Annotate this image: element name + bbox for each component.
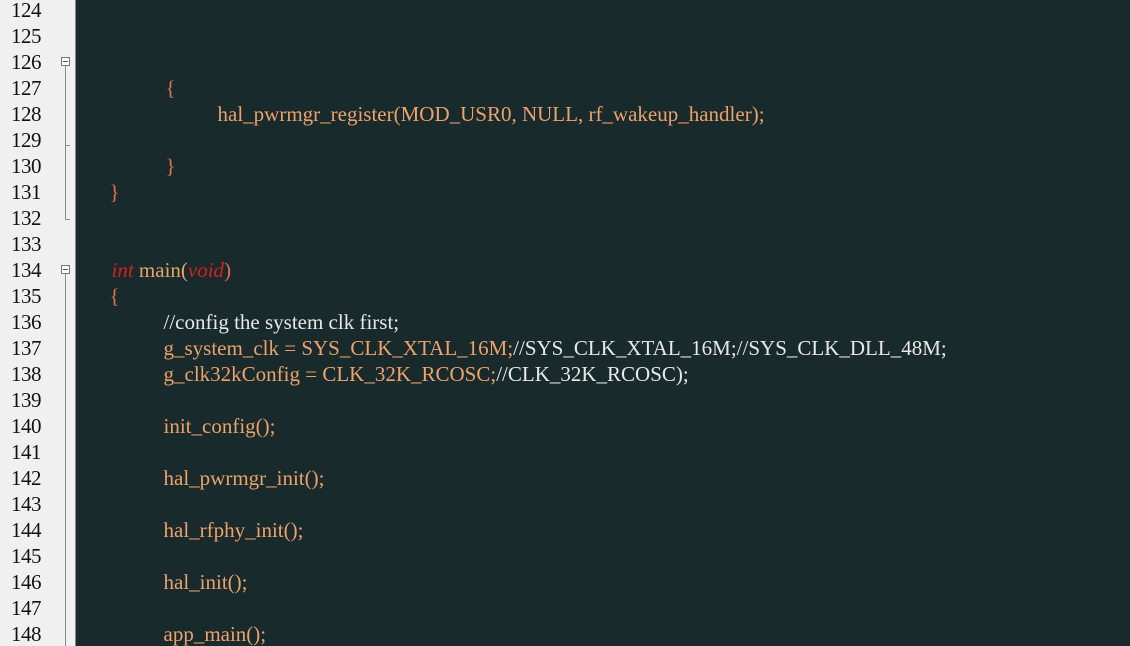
- code-line: {: [134, 49, 176, 100]
- close-brace: }: [165, 154, 176, 178]
- line-number: 130: [11, 154, 42, 178]
- function-name: main(: [133, 258, 188, 282]
- param-keyword: void: [187, 258, 225, 282]
- function-call: app_main();: [163, 622, 267, 646]
- line-number-gutter: 124 125 126 127 128 129 130 131 132 133 …: [0, 0, 75, 646]
- open-brace: {: [165, 76, 176, 100]
- line-number: 128: [11, 102, 42, 126]
- line-number: 133: [11, 232, 42, 256]
- line-number: 129: [11, 128, 42, 152]
- line-number: 132: [11, 206, 42, 230]
- statement: g_clk32kConfig = CLK_32K_RCOSC;: [163, 362, 497, 386]
- code-line: app_main();: [132, 595, 267, 646]
- code-editor[interactable]: 124 125 126 127 128 129 130 131 132 133 …: [0, 0, 1130, 646]
- close-brace: }: [109, 180, 120, 204]
- code-line: hal_pwrmgr_register(MOD_USR0, NULL, rf_w…: [186, 75, 765, 126]
- line-number: 137: [11, 336, 42, 360]
- close-paren: ): [224, 258, 232, 282]
- function-call: hal_rfphy_init();: [163, 518, 304, 542]
- code-line: //config the system clk first;: [132, 283, 400, 334]
- line-number: 141: [11, 440, 42, 464]
- code-line: init_config();: [132, 387, 276, 438]
- line-number: 145: [11, 544, 42, 568]
- line-number: 126: [11, 50, 42, 74]
- line-number: 148: [11, 622, 42, 646]
- code-line: }: [134, 127, 176, 178]
- fold-toggle-icon[interactable]: [61, 265, 70, 274]
- line-number: 140: [11, 414, 42, 438]
- line-number: 139: [11, 388, 42, 412]
- line-number: 143: [11, 492, 42, 516]
- code-line: g_system_clk = SYS_CLK_XTAL_16M;//SYS_CL…: [132, 309, 947, 360]
- line-number: 125: [11, 24, 42, 48]
- line-number: 136: [11, 310, 42, 334]
- code-line: int main(void): [80, 231, 232, 282]
- code-line: hal_init();: [132, 543, 248, 594]
- line-number: 134: [11, 258, 42, 282]
- line-number: 135: [11, 284, 42, 308]
- line-number: 142: [11, 466, 42, 490]
- line-number: 147: [11, 596, 42, 620]
- fold-guide-line: [65, 66, 66, 220]
- line-number: 131: [11, 180, 42, 204]
- line-number: 127: [11, 76, 42, 100]
- code-line: }: [78, 621, 120, 646]
- function-call: hal_pwrmgr_register(MOD_USR0, NULL, rf_w…: [217, 102, 765, 126]
- function-call: hal_init();: [163, 570, 248, 594]
- fold-end-tick: [65, 145, 70, 146]
- function-call: hal_pwrmgr_init();: [163, 466, 325, 490]
- line-number: 124: [11, 0, 42, 22]
- line-number: 138: [11, 362, 42, 386]
- function-call: init_config();: [163, 414, 276, 438]
- code-line: hal_rfphy_init();: [132, 491, 304, 542]
- code-area[interactable]: { hal_pwrmgr_register(MOD_USR0, NULL, rf…: [76, 0, 1130, 646]
- fold-end-tick: [65, 219, 70, 220]
- code-line: }: [78, 153, 120, 204]
- fold-guide-line: [65, 274, 66, 646]
- line-number: 144: [11, 518, 42, 542]
- line-number: 146: [11, 570, 42, 594]
- code-line: {: [78, 257, 120, 308]
- open-brace: {: [109, 284, 120, 308]
- code-line: g_clk32kConfig = CLK_32K_RCOSC;//CLK_32K…: [132, 335, 689, 386]
- comment: //CLK_32K_RCOSC);: [496, 362, 689, 386]
- code-line: hal_pwrmgr_init();: [132, 439, 325, 490]
- fold-toggle-icon[interactable]: [61, 57, 70, 66]
